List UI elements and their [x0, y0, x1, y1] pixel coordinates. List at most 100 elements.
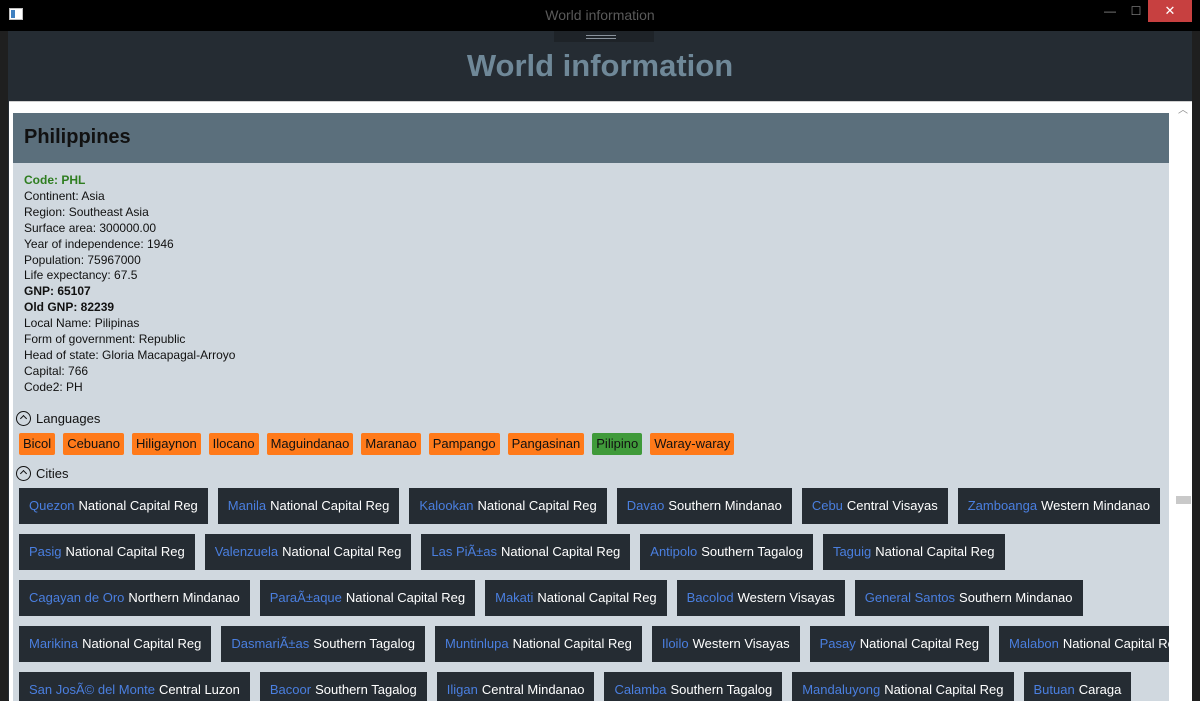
city-district: Western Visayas	[692, 636, 790, 651]
city-chip[interactable]: Cagayan de Oro Northern Mindanao	[19, 580, 250, 616]
info-line: Head of state: Gloria Macapagal-Arroyo	[24, 347, 236, 362]
city-district: Southern Mindanao	[668, 498, 782, 513]
info-line: Form of government: Republic	[24, 332, 186, 347]
city-chip[interactable]: Muntinlupa National Capital Reg	[434, 626, 642, 662]
scrollbar-thumb[interactable]	[1176, 496, 1191, 504]
city-row: Pasig National Capital Reg Valenzuela Natio…	[19, 534, 1169, 570]
language-chip: Pilipino	[592, 433, 643, 455]
city-chip[interactable]: Davao Southern Mindanao	[616, 488, 792, 524]
city-row: Quezon National Capital Reg Manila National…	[19, 488, 1169, 524]
vertical-scrollbar[interactable]: ︿	[1175, 102, 1192, 701]
country-code: Code: PHL	[24, 173, 86, 187]
languages-label: Languages	[36, 410, 101, 426]
city-chip[interactable]: San JosÃ© del Monte Central Luzon	[19, 672, 250, 701]
city-name: DasmariÃ±as	[231, 636, 310, 651]
city-chip[interactable]: Calamba Southern Tagalog	[604, 672, 783, 701]
info-line: Life expectancy: 67.5	[24, 268, 138, 283]
city-chip[interactable]: Antipolo Southern Tagalog	[640, 534, 813, 570]
language-chip: Cebuano	[63, 433, 124, 455]
city-name: Butuan	[1033, 682, 1075, 697]
city-chip[interactable]: Mandaluyong National Capital Reg	[792, 672, 1014, 701]
city-district: National Capital Reg	[875, 544, 995, 559]
city-district: Western Visayas	[737, 590, 835, 605]
city-chip[interactable]: Zamboanga Western Mindanao	[957, 488, 1160, 524]
city-district: Central Visayas	[846, 498, 938, 513]
city-name: Iligan	[446, 682, 478, 697]
city-district: Western Mindanao	[1041, 498, 1150, 513]
city-chip[interactable]: Iloilo Western Visayas	[651, 626, 800, 662]
drag-handle[interactable]	[554, 31, 654, 42]
language-chip: Maguindanao	[266, 433, 354, 455]
language-chip: Ilocano	[208, 433, 259, 455]
info-line: Surface area: 300000.00	[24, 220, 157, 235]
language-chip: Waray-waray	[650, 433, 735, 455]
city-chip[interactable]: Makati National Capital Reg	[485, 580, 667, 616]
city-name: San JosÃ© del Monte	[29, 682, 155, 697]
language-chip: Pampango	[428, 433, 500, 455]
collapse-icon	[16, 410, 31, 426]
info-line: Code2: PH	[24, 379, 83, 394]
city-district: National Capital Reg	[477, 498, 597, 513]
city-district: National Capital Reg	[82, 636, 202, 651]
close-button[interactable]: ✕	[1148, 0, 1192, 22]
city-name: Iloilo	[661, 636, 689, 651]
cities-toggle[interactable]: Cities	[16, 464, 69, 482]
app-title: World information	[466, 48, 734, 83]
window-titlebar: World information — ☐ ✕	[0, 0, 1200, 31]
city-name: Manila	[227, 498, 267, 513]
city-name: Cebu	[811, 498, 843, 513]
city-district: National Capital Reg	[537, 590, 657, 605]
country-info: Code: PHL Continent: Asia Region: Southe…	[24, 173, 235, 396]
app-frame: World information Philippines Code: PHL …	[8, 31, 1192, 701]
city-district: National Capital Reg	[512, 636, 632, 651]
city-chip[interactable]: Las PiÃ±as National Capital Reg	[421, 534, 631, 570]
city-name: Davao	[626, 498, 665, 513]
city-chip[interactable]: Cebu Central Visayas	[801, 488, 948, 524]
city-district: National Capital Reg	[65, 544, 185, 559]
city-district: National Capital Reg	[270, 498, 390, 513]
city-chip[interactable]: Bacoor Southern Tagalog	[259, 672, 427, 701]
city-district: Caraga	[1078, 682, 1122, 697]
city-chip[interactable]: Marikina National Capital Reg	[19, 626, 212, 662]
minimize-button[interactable]: —	[1096, 0, 1124, 22]
city-row: Cagayan de Oro Northern Mindanao ParaÃ±aqu…	[19, 580, 1169, 616]
city-district: Southern Tagalog	[670, 682, 773, 697]
city-chip[interactable]: ParaÃ±aque National Capital Reg	[259, 580, 476, 616]
city-district: National Capital Reg	[345, 590, 466, 605]
city-name: Kalookan	[419, 498, 474, 513]
city-chip[interactable]: Pasay National Capital Reg	[809, 626, 990, 662]
city-name: ParaÃ±aque	[269, 590, 342, 605]
city-district: National Capital Reg	[884, 682, 1004, 697]
city-chip[interactable]: Kalookan National Capital Reg	[409, 488, 607, 524]
city-chip[interactable]: Butuan Caraga	[1023, 672, 1132, 701]
info-line: Region: Southeast Asia	[24, 204, 149, 219]
city-chip[interactable]: Quezon National Capital Reg	[19, 488, 208, 524]
window-title: World information	[545, 7, 655, 23]
city-chip[interactable]: Iligan Central Mindanao	[436, 672, 595, 701]
info-line: Continent: Asia	[24, 188, 105, 203]
languages-toggle[interactable]: Languages	[16, 409, 100, 427]
city-chip[interactable]: Bacolod Western Visayas	[676, 580, 845, 616]
city-chip[interactable]: Manila National Capital Reg	[217, 488, 400, 524]
city-chip[interactable]: Valenzuela National Capital Reg	[204, 534, 412, 570]
city-district: Southern Tagalog	[315, 682, 417, 697]
city-chip[interactable]: Taguig National Capital Reg	[822, 534, 1005, 570]
city-row: San JosÃ© del Monte Central Luzon Bacoor So…	[19, 672, 1169, 701]
city-name: Malabon	[1009, 636, 1059, 651]
city-district: Southern Tagalog	[313, 636, 415, 651]
city-chip[interactable]: General Santos Southern Mindanao	[854, 580, 1083, 616]
city-chip[interactable]: DasmariÃ±as Southern Tagalog	[221, 626, 425, 662]
country-name: Philippines	[24, 126, 131, 148]
city-name: Pasig	[29, 544, 62, 559]
city-name: Makati	[495, 590, 534, 605]
city-district: Central Mindanao	[481, 682, 585, 697]
language-chip: Maranao	[361, 433, 421, 455]
city-district: National Capital Reg	[859, 636, 980, 651]
city-chip[interactable]: MalabonNational Capital Reg	[999, 626, 1169, 662]
city-chip[interactable]: Pasig National Capital Reg	[19, 534, 195, 570]
info-line: Capital: 766	[24, 363, 89, 378]
scroll-up-arrow-icon[interactable]: ︿	[1178, 106, 1188, 116]
gnp-line: GNP: 65107	[24, 284, 91, 299]
city-district: National Capital Reg	[501, 544, 621, 559]
maximize-button[interactable]: ☐	[1124, 0, 1148, 22]
